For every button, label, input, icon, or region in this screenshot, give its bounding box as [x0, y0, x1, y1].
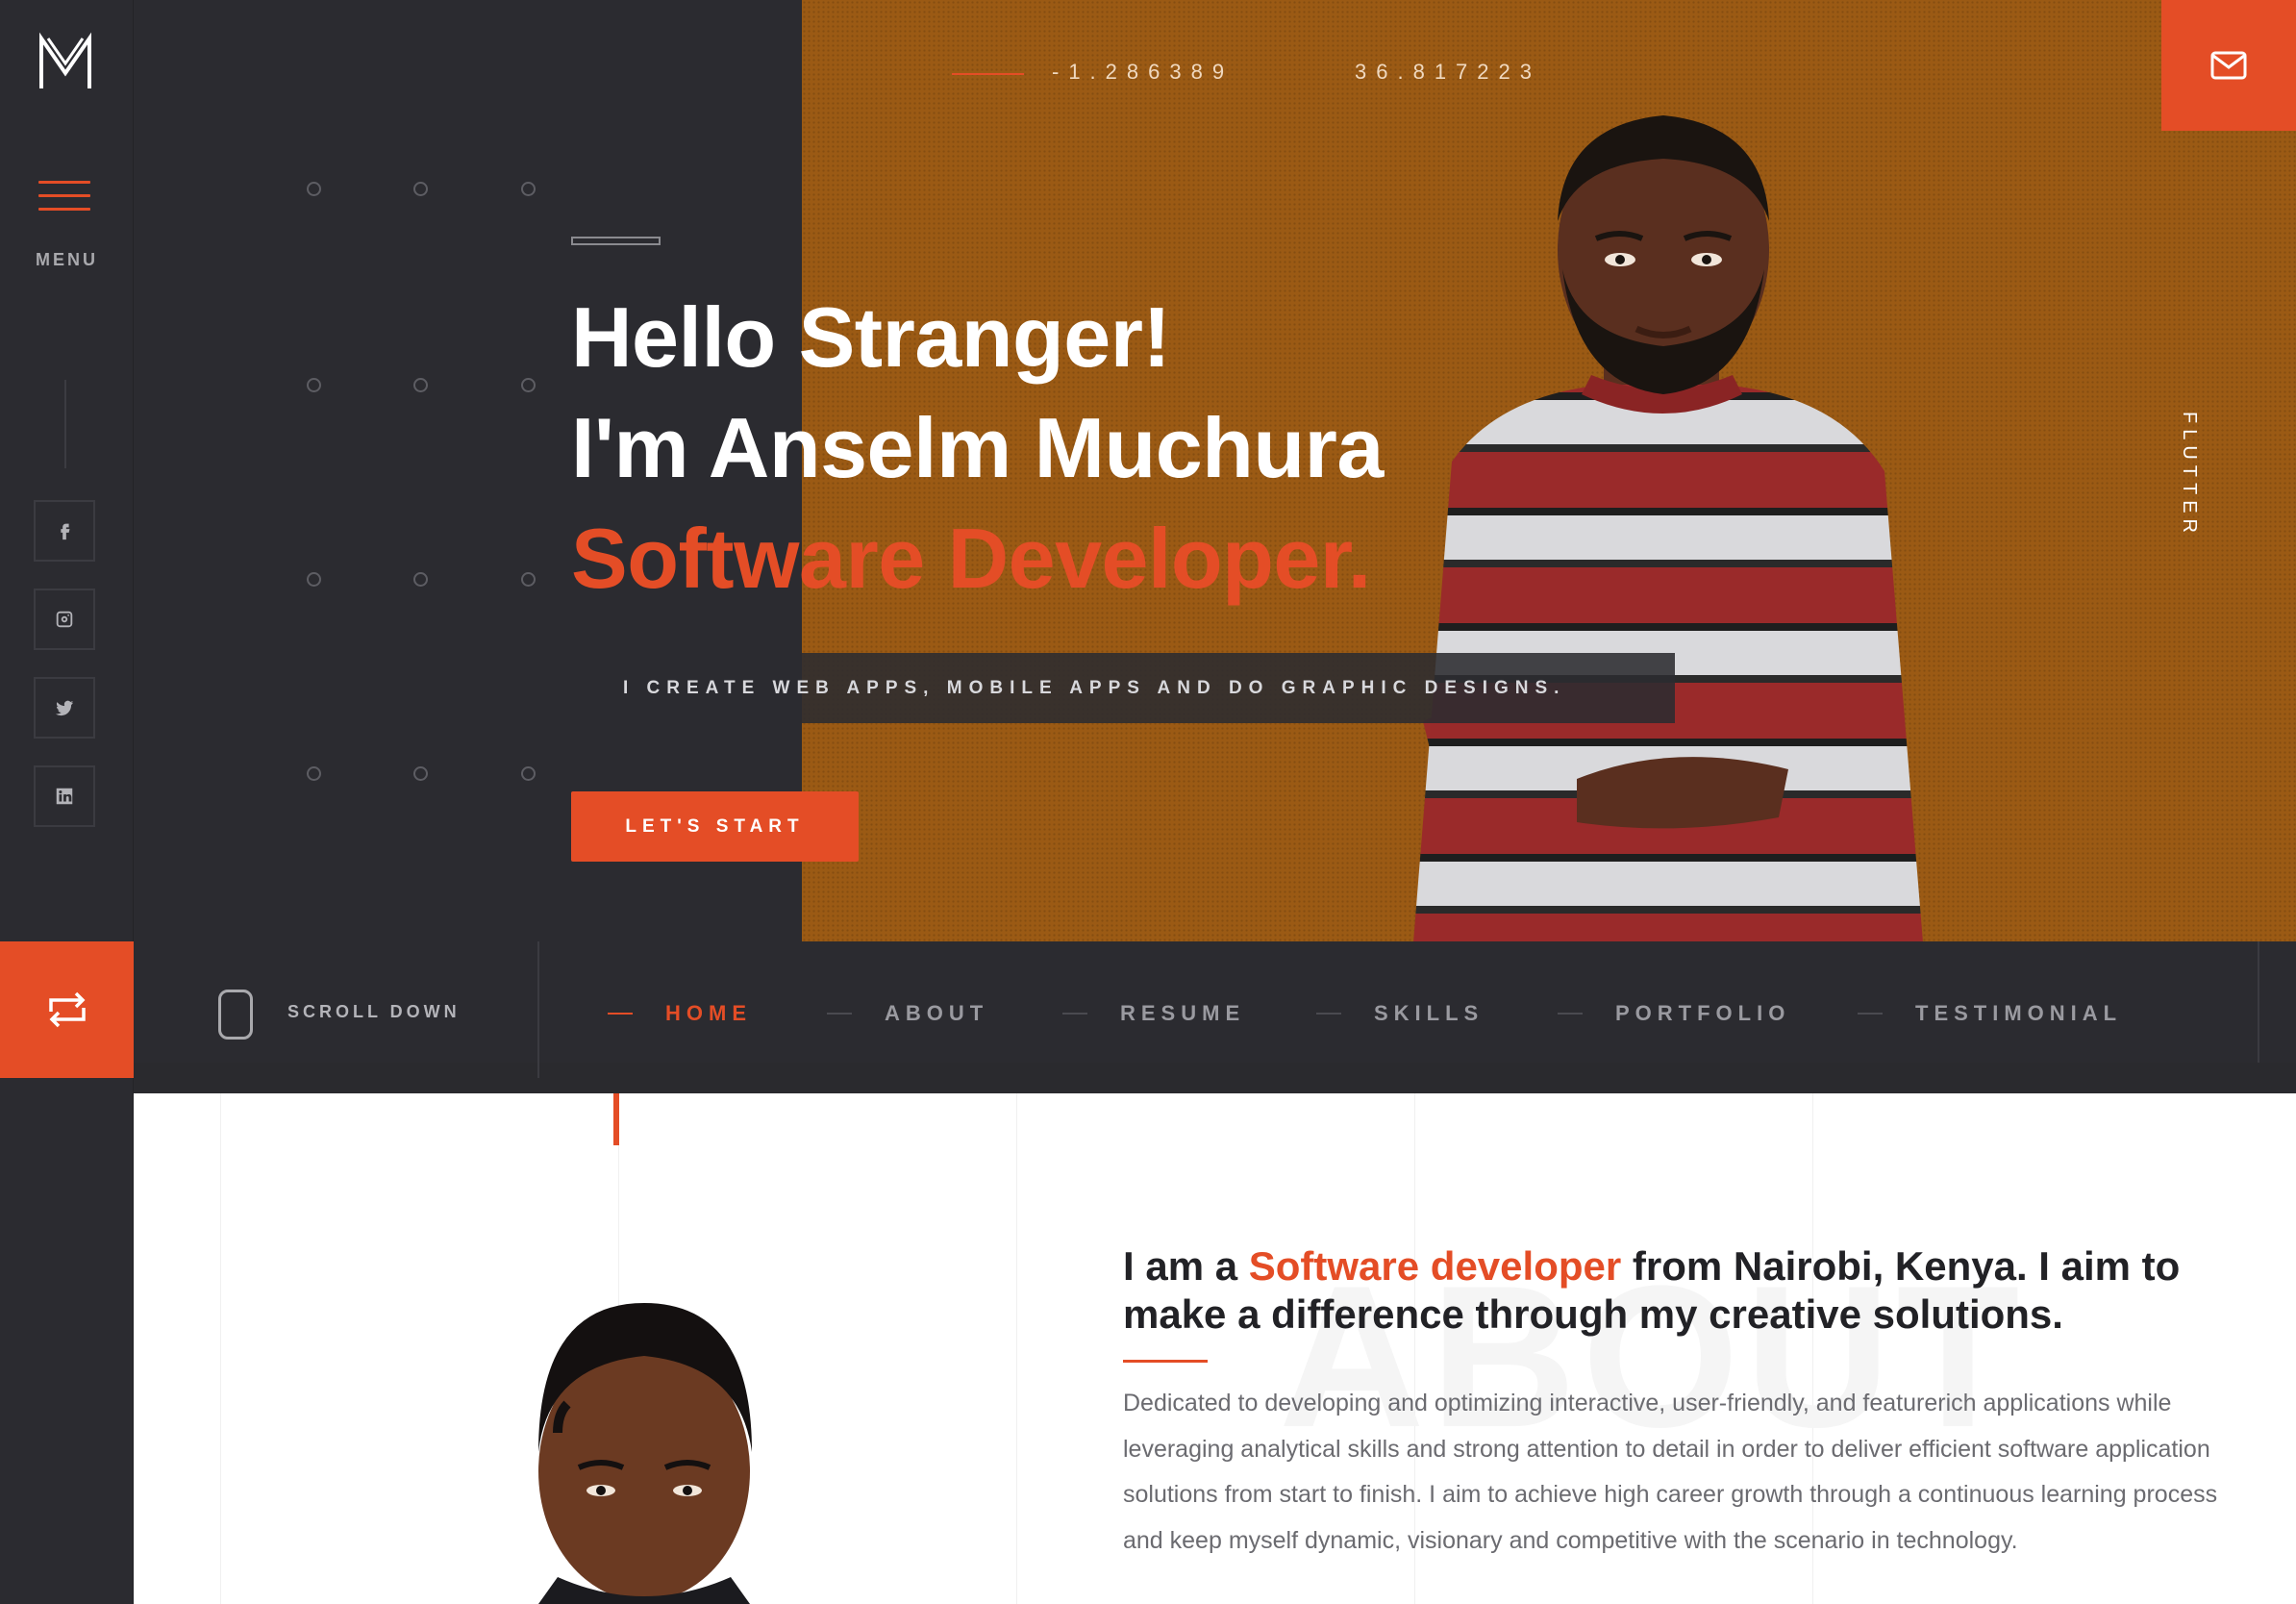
- decor-dot: [307, 182, 321, 196]
- decor-dot: [521, 378, 536, 392]
- decor-dot: [307, 766, 321, 781]
- coordinate-line: [952, 73, 1024, 75]
- mail-icon: [2210, 51, 2247, 80]
- tagline-box: I CREATE WEB APPS, MOBILE APPS AND DO GR…: [571, 653, 1675, 723]
- portfolio-page: MENU -1.286389 36.817223 FLUTTER Hello S…: [0, 0, 2296, 1604]
- decor-dot: [521, 182, 536, 196]
- decor-dot: [307, 378, 321, 392]
- decor-dot: [413, 766, 428, 781]
- about-heading: I am a Software developer from Nairobi, …: [1123, 1243, 2181, 1337]
- hero-tagline: I CREATE WEB APPS, MOBILE APPS AND DO GR…: [623, 677, 1566, 698]
- instagram-icon[interactable]: [34, 589, 95, 650]
- hero-role: Software Developer.: [571, 511, 1371, 606]
- longitude-text: 36.817223: [1355, 60, 1541, 84]
- hero-dash-decor: [571, 237, 661, 245]
- side-tech-label: FLUTTER: [2179, 412, 2200, 539]
- nav-portfolio[interactable]: PORTFOLIO: [1558, 1001, 1790, 1026]
- facebook-icon[interactable]: [34, 500, 95, 562]
- lets-start-button[interactable]: LET'S START: [571, 791, 859, 862]
- about-avatar-illustration: [538, 1303, 752, 1604]
- twitter-icon[interactable]: [34, 677, 95, 739]
- about-underline: [1123, 1360, 1208, 1363]
- linkedin-icon[interactable]: [34, 765, 95, 827]
- decor-dot: [413, 182, 428, 196]
- mouse-icon: [218, 990, 253, 1040]
- nav-skills[interactable]: SKILLS: [1316, 1001, 1484, 1026]
- about-body: Dedicated to developing and optimizing i…: [1123, 1390, 2218, 1554]
- menu-button[interactable]: [38, 181, 90, 221]
- sidebar-divider: [64, 380, 66, 468]
- nav-home[interactable]: HOME: [608, 1001, 752, 1026]
- decor-dot: [521, 572, 536, 587]
- sidebar: MENU: [0, 0, 134, 1604]
- profile-illustration: [1413, 115, 1923, 942]
- latitude-text: -1.286389: [1052, 60, 1235, 84]
- logo-icon[interactable]: [37, 31, 94, 96]
- hero-greeting: Hello Stranger!: [571, 289, 1171, 385]
- decor-dot: [307, 572, 321, 587]
- decor-dot: [413, 378, 428, 392]
- swap-layout-button[interactable]: [0, 941, 134, 1078]
- navbar-divider: [2258, 941, 2259, 1063]
- menu-label: MENU: [36, 250, 98, 269]
- repeat-icon: [48, 991, 86, 1028]
- nav-about[interactable]: ABOUT: [827, 1001, 988, 1026]
- about-heading-highlight: Software developer: [1248, 1243, 1622, 1289]
- decor-dot: [413, 572, 428, 587]
- nav-resume[interactable]: RESUME: [1062, 1001, 1245, 1026]
- nav-testimonial[interactable]: TESTIMONIAL: [1858, 1001, 2122, 1026]
- hero-name: I'm Anselm Muchura: [571, 400, 1384, 495]
- section-marker: [613, 1093, 619, 1145]
- scroll-down-area[interactable]: SCROLL DOWN: [134, 941, 539, 1078]
- scroll-down-label: SCROLL DOWN: [287, 1002, 461, 1021]
- contact-mail-button[interactable]: [2161, 0, 2296, 131]
- decor-dot: [521, 766, 536, 781]
